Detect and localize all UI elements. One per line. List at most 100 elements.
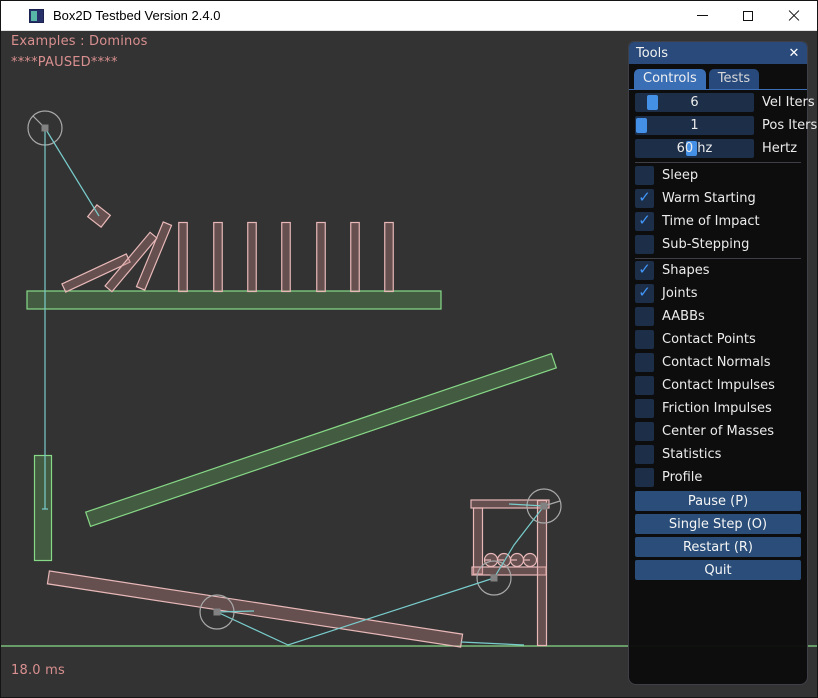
checkbox-row-sleep[interactable]: Sleep	[635, 166, 801, 185]
checkbox[interactable]	[635, 445, 654, 464]
checkbox-row-joints[interactable]: ✓ Joints	[635, 284, 801, 303]
checkbox[interactable]	[635, 468, 654, 487]
checkbox-row-statistics[interactable]: Statistics	[635, 445, 801, 464]
slider-vel-iters[interactable]: 6	[635, 93, 754, 112]
body-domino[interactable]	[351, 223, 360, 292]
checkbox-label: Contact Normals	[662, 355, 771, 370]
slider-label: Vel Iters	[762, 95, 815, 110]
close-icon	[788, 10, 800, 22]
checkbox-label: Statistics	[662, 447, 721, 462]
checkbox[interactable]: ✓	[635, 212, 654, 231]
checkbox[interactable]	[635, 235, 654, 254]
maximize-icon	[743, 11, 753, 21]
tools-content: 6Vel Iters 1Pos Iters 60 hz Hertz Sleep ✓ War…	[629, 90, 807, 580]
tools-tabbar: ControlsTests	[629, 64, 807, 90]
checkbox-row-sub-stepping[interactable]: Sub-Stepping	[635, 235, 801, 254]
checkbox-label: Joints	[662, 286, 698, 301]
body-origin-marker	[491, 575, 498, 582]
body-domino[interactable]	[248, 223, 257, 292]
separator	[635, 258, 801, 259]
checkbox-row-warm-starting[interactable]: ✓ Warm Starting	[635, 189, 801, 208]
checkbox[interactable]	[635, 353, 654, 372]
checkbox[interactable]: ✓	[635, 261, 654, 280]
checkbox-label: Shapes	[662, 263, 709, 278]
body-origin-marker	[214, 609, 221, 616]
checkbox-group-sim: Sleep ✓ Warm Starting ✓ Time of Impact Sub-St…	[635, 166, 801, 254]
minimize-icon	[697, 15, 708, 16]
checkbox-label: Warm Starting	[662, 191, 756, 206]
slider-row: 1Pos Iters	[635, 116, 801, 135]
tools-close-icon[interactable]: ✕	[786, 45, 802, 61]
body-domino[interactable]	[317, 223, 326, 292]
body-domino[interactable]	[385, 223, 394, 292]
checkbox-row-contact-points[interactable]: Contact Points	[635, 330, 801, 349]
tools-panel: Tools ✕ ControlsTests 6Vel Iters 1Pos Ite…	[628, 41, 808, 685]
checkbox-row-time-of-impact[interactable]: ✓ Time of Impact	[635, 212, 801, 231]
checkbox[interactable]	[635, 330, 654, 349]
checkbox-group-draw: ✓ Shapes ✓ Joints AABBs Contact Points Contact…	[635, 261, 801, 487]
tab-controls[interactable]: Controls	[634, 69, 706, 89]
slider-row: 6Vel Iters	[635, 93, 801, 112]
checkbox-row-friction-impulses[interactable]: Friction Impulses	[635, 399, 801, 418]
tools-panel-titlebar[interactable]: Tools ✕	[629, 42, 807, 64]
slider-pos-iters[interactable]: 1	[635, 116, 754, 135]
checkbox-row-profile[interactable]: Profile	[635, 468, 801, 487]
checkmark-icon: ✓	[638, 190, 651, 205]
joint	[461, 642, 524, 645]
checkbox-row-center-of-masses[interactable]: Center of Masses	[635, 422, 801, 441]
body-origin-marker	[541, 503, 548, 510]
checkbox[interactable]	[635, 307, 654, 326]
checkbox-row-aabbs[interactable]: AABBs	[635, 307, 801, 326]
single-step-o-button[interactable]: Single Step (O)	[635, 514, 801, 534]
slider-value: 1	[635, 116, 754, 135]
window-title: Box2D Testbed Version 2.4.0	[53, 8, 220, 23]
body-domino[interactable]	[282, 223, 291, 292]
checkbox-label: AABBs	[662, 309, 705, 324]
pause-p-button[interactable]: Pause (P)	[635, 491, 801, 511]
slider-hertz[interactable]: 60 hz	[635, 139, 754, 158]
restart-r-button[interactable]: Restart (R)	[635, 537, 801, 557]
checkbox[interactable]	[635, 399, 654, 418]
joint	[45, 128, 99, 216]
checkbox-label: Center of Masses	[662, 424, 774, 439]
checkmark-icon: ✓	[638, 262, 651, 277]
slider-label: Hertz	[762, 141, 797, 156]
close-button[interactable]	[771, 1, 817, 30]
body-domino[interactable]	[214, 223, 223, 292]
example-label: Examples : Dominos	[11, 34, 148, 49]
frame-time-label: 18.0 ms	[11, 663, 65, 678]
button-group: Pause (P) Single Step (O) Restart (R) Quit	[635, 491, 801, 580]
window-caption-buttons	[679, 1, 817, 30]
slider-value: 6	[635, 93, 754, 112]
body-domino[interactable]	[179, 223, 188, 292]
tab-tests[interactable]: Tests	[709, 69, 759, 89]
checkbox-label: Contact Points	[662, 332, 756, 347]
app-icon	[29, 9, 44, 23]
checkmark-icon: ✓	[638, 285, 651, 300]
checkbox-label: Contact Impulses	[662, 378, 775, 393]
checkbox[interactable]	[635, 166, 654, 185]
body-static-platform	[27, 291, 441, 309]
checkbox-row-contact-impulses[interactable]: Contact Impulses	[635, 376, 801, 395]
app-window: Box2D Testbed Version 2.4.0 Examples : D…	[0, 0, 818, 698]
slider-label: Pos Iters	[762, 118, 817, 133]
maximize-button[interactable]	[725, 1, 771, 30]
checkbox-label: Sub-Stepping	[662, 237, 749, 252]
paused-label: ****PAUSED****	[11, 55, 118, 70]
checkmark-icon: ✓	[638, 213, 651, 228]
checkbox[interactable]	[635, 376, 654, 395]
tools-panel-title: Tools	[636, 46, 786, 61]
checkbox-label: Time of Impact	[662, 214, 760, 229]
window-titlebar: Box2D Testbed Version 2.4.0	[1, 1, 817, 31]
checkbox-row-shapes[interactable]: ✓ Shapes	[635, 261, 801, 280]
slider-value: 60 hz	[635, 139, 754, 158]
body-static-post	[35, 456, 52, 561]
minimize-button[interactable]	[679, 1, 725, 30]
checkbox[interactable]: ✓	[635, 189, 654, 208]
quit-button[interactable]: Quit	[635, 560, 801, 580]
body-frame-left-post[interactable]	[474, 508, 483, 574]
checkbox[interactable]: ✓	[635, 284, 654, 303]
checkbox[interactable]	[635, 422, 654, 441]
checkbox-row-contact-normals[interactable]: Contact Normals	[635, 353, 801, 372]
checkbox-label: Friction Impulses	[662, 401, 772, 416]
